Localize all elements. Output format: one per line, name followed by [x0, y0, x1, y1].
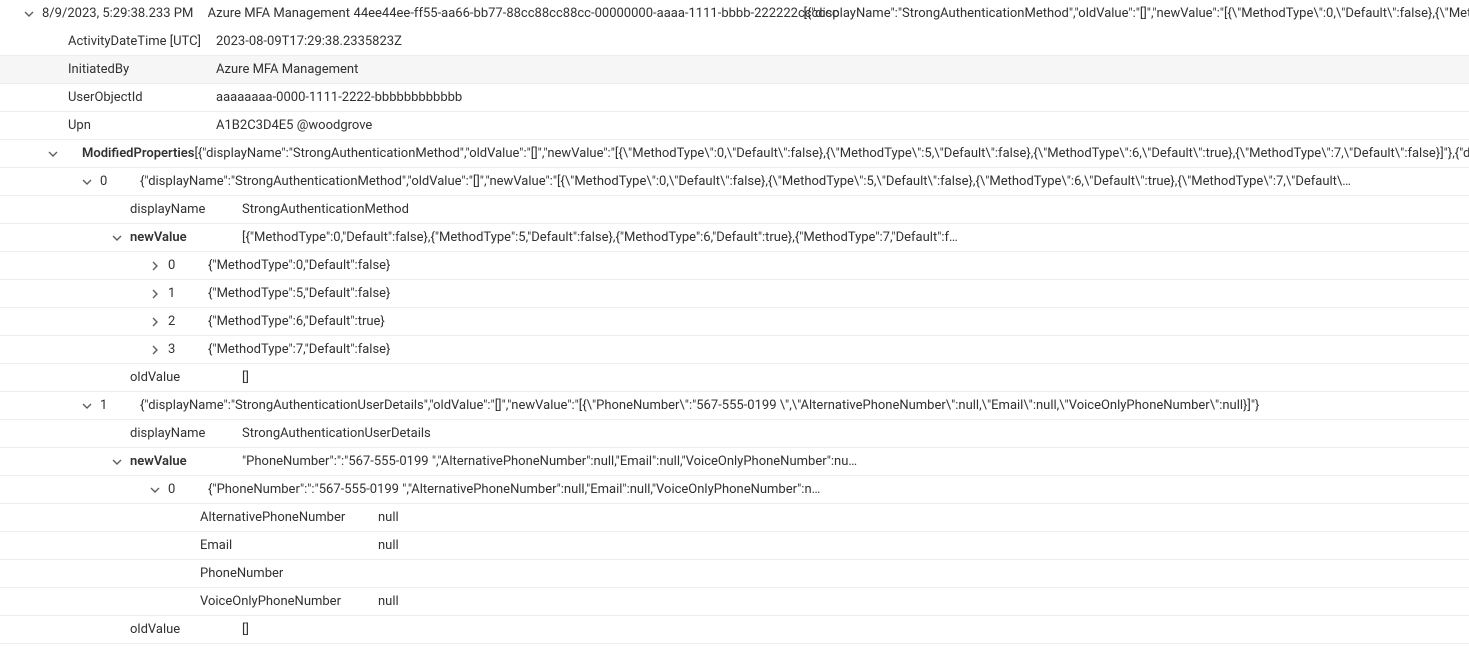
prop-key: displayName	[130, 426, 242, 442]
prop-row-initiatedby[interactable]: InitiatedBy Azure MFA Management	[0, 56, 1469, 84]
newvalue-key: newValue	[130, 230, 242, 246]
mp1-nv0-email[interactable]: Email null	[0, 532, 1469, 560]
array-index: 3	[168, 342, 208, 358]
chevron-down-icon[interactable]	[80, 399, 94, 413]
chevron-down-icon[interactable]	[46, 147, 60, 161]
prop-value: 2023-08-09T17:29:38.2335823Z	[216, 34, 1469, 50]
prop-key: AlternativePhoneNumber	[200, 510, 378, 526]
record-timestamp: 8/9/2023, 5:29:38.233 PM	[42, 6, 208, 22]
prop-value: StrongAuthenticationMethod	[242, 202, 1469, 218]
prop-value: A1B2C3D4E5 @woodgrove	[216, 118, 1469, 134]
chevron-right-icon[interactable]	[148, 259, 162, 273]
prop-row-upn[interactable]: Upn A1B2C3D4E5 @woodgrove	[0, 112, 1469, 140]
chevron-down-icon[interactable]	[148, 483, 162, 497]
prop-key: UserObjectId	[68, 90, 216, 106]
prop-value: aaaaaaaa-0000-1111-2222-bbbbbbbbbbbb	[216, 90, 1469, 106]
prop-key: VoiceOnlyPhoneNumber	[200, 594, 378, 610]
mp1-newvalue-row[interactable]: newValue "PhoneNumber":":"567-555-0199 "…	[0, 448, 1469, 476]
array-index: 0	[100, 174, 140, 190]
mp1-nv0-voiceonly[interactable]: VoiceOnlyPhoneNumber null	[0, 588, 1469, 616]
mp0-nv-item-3[interactable]: 3 {"MethodType":7,"Default":false}	[0, 336, 1469, 364]
prop-key: Email	[200, 538, 378, 554]
array-index: 1	[168, 286, 208, 302]
chevron-down-icon[interactable]	[22, 7, 36, 21]
newvalue-summary: [{"MethodType":0,"Default":false},{"Meth…	[242, 230, 1469, 246]
record-json-preview: [{"displayName":"StrongAuthenticationMet…	[804, 6, 1469, 22]
prop-key: oldValue	[130, 622, 242, 638]
mp0-nv-item-2[interactable]: 2 {"MethodType":6,"Default":true}	[0, 308, 1469, 336]
newvalue-summary: "PhoneNumber":":"567-555-0199 ","Alterna…	[242, 454, 1469, 470]
mp0-displayname-row[interactable]: displayName StrongAuthenticationMethod	[0, 196, 1469, 224]
array-item-summary: {"displayName":"StrongAuthenticationMeth…	[140, 174, 1469, 190]
mp1-nv0-phone[interactable]: PhoneNumber	[0, 560, 1469, 588]
prop-value: null	[378, 510, 1469, 526]
prop-key: oldValue	[130, 370, 242, 386]
array-item-summary: {"MethodType":5,"Default":false}	[208, 286, 1469, 302]
chevron-down-icon[interactable]	[110, 231, 124, 245]
chevron-right-icon[interactable]	[148, 343, 162, 357]
prop-key: displayName	[130, 202, 242, 218]
array-item-summary: {"MethodType":0,"Default":false}	[208, 258, 1469, 274]
prop-value: []	[242, 622, 1469, 638]
mp0-nv-item-1[interactable]: 1 {"MethodType":5,"Default":false}	[0, 280, 1469, 308]
prop-key: InitiatedBy	[68, 62, 216, 78]
array-index: 0	[168, 258, 208, 274]
array-index: 2	[168, 314, 208, 330]
mp-item-1-row[interactable]: 1 {"displayName":"StrongAuthenticationUs…	[0, 392, 1469, 420]
array-item-summary: {"MethodType":7,"Default":false}	[208, 342, 1469, 358]
prop-row-userobjectid[interactable]: UserObjectId aaaaaaaa-0000-1111-2222-bbb…	[0, 84, 1469, 112]
prop-value: null	[378, 538, 1469, 554]
mp1-nv-item-0[interactable]: 0 {"PhoneNumber":":"567-555-0199 ","Alte…	[0, 476, 1469, 504]
mp1-nv0-altphone[interactable]: AlternativePhoneNumber null	[0, 504, 1469, 532]
chevron-right-icon[interactable]	[148, 287, 162, 301]
array-item-summary: {"displayName":"StrongAuthenticationUser…	[140, 398, 1469, 414]
mp1-displayname-row[interactable]: displayName StrongAuthenticationUserDeta…	[0, 420, 1469, 448]
array-item-summary: {"PhoneNumber":":"567-555-0199 ","Altern…	[208, 482, 1469, 498]
newvalue-key: newValue	[130, 454, 242, 470]
chevron-down-icon[interactable]	[110, 455, 124, 469]
record-service: Azure MFA Management	[208, 6, 354, 22]
mp1-oldvalue-row[interactable]: oldValue []	[0, 616, 1469, 644]
mp0-nv-item-0[interactable]: 0 {"MethodType":0,"Default":false}	[0, 252, 1469, 280]
chevron-right-icon[interactable]	[148, 315, 162, 329]
chevron-down-icon[interactable]	[80, 175, 94, 189]
prop-value: Azure MFA Management	[216, 62, 1469, 78]
record-correlation-id: 44ee44ee-ff55-aa66-bb77-88cc88cc88cc-000…	[354, 6, 804, 22]
prop-key: ActivityDateTime [UTC]	[68, 34, 216, 50]
array-index: 1	[100, 398, 140, 414]
prop-key: Upn	[68, 118, 216, 134]
prop-key: PhoneNumber	[200, 566, 378, 582]
prop-value: StrongAuthenticationUserDetails	[242, 426, 1469, 442]
array-index: 0	[168, 482, 208, 498]
modifiedproperties-summary: [{"displayName":"StrongAuthenticationMet…	[194, 146, 1469, 162]
mp0-oldvalue-row[interactable]: oldValue []	[0, 364, 1469, 392]
prop-value: []	[242, 370, 1469, 386]
modifiedproperties-row[interactable]: ModifiedProperties [{"displayName":"Stro…	[0, 140, 1469, 168]
mp0-newvalue-row[interactable]: newValue [{"MethodType":0,"Default":fals…	[0, 224, 1469, 252]
prop-value: null	[378, 594, 1469, 610]
mp-item-0-row[interactable]: 0 {"displayName":"StrongAuthenticationMe…	[0, 168, 1469, 196]
modifiedproperties-key: ModifiedProperties	[82, 146, 194, 162]
array-item-summary: {"MethodType":6,"Default":true}	[208, 314, 1469, 330]
record-summary-row[interactable]: 8/9/2023, 5:29:38.233 PM Azure MFA Manag…	[0, 0, 1469, 28]
prop-row-activitydatetime[interactable]: ActivityDateTime [UTC] 2023-08-09T17:29:…	[0, 28, 1469, 56]
